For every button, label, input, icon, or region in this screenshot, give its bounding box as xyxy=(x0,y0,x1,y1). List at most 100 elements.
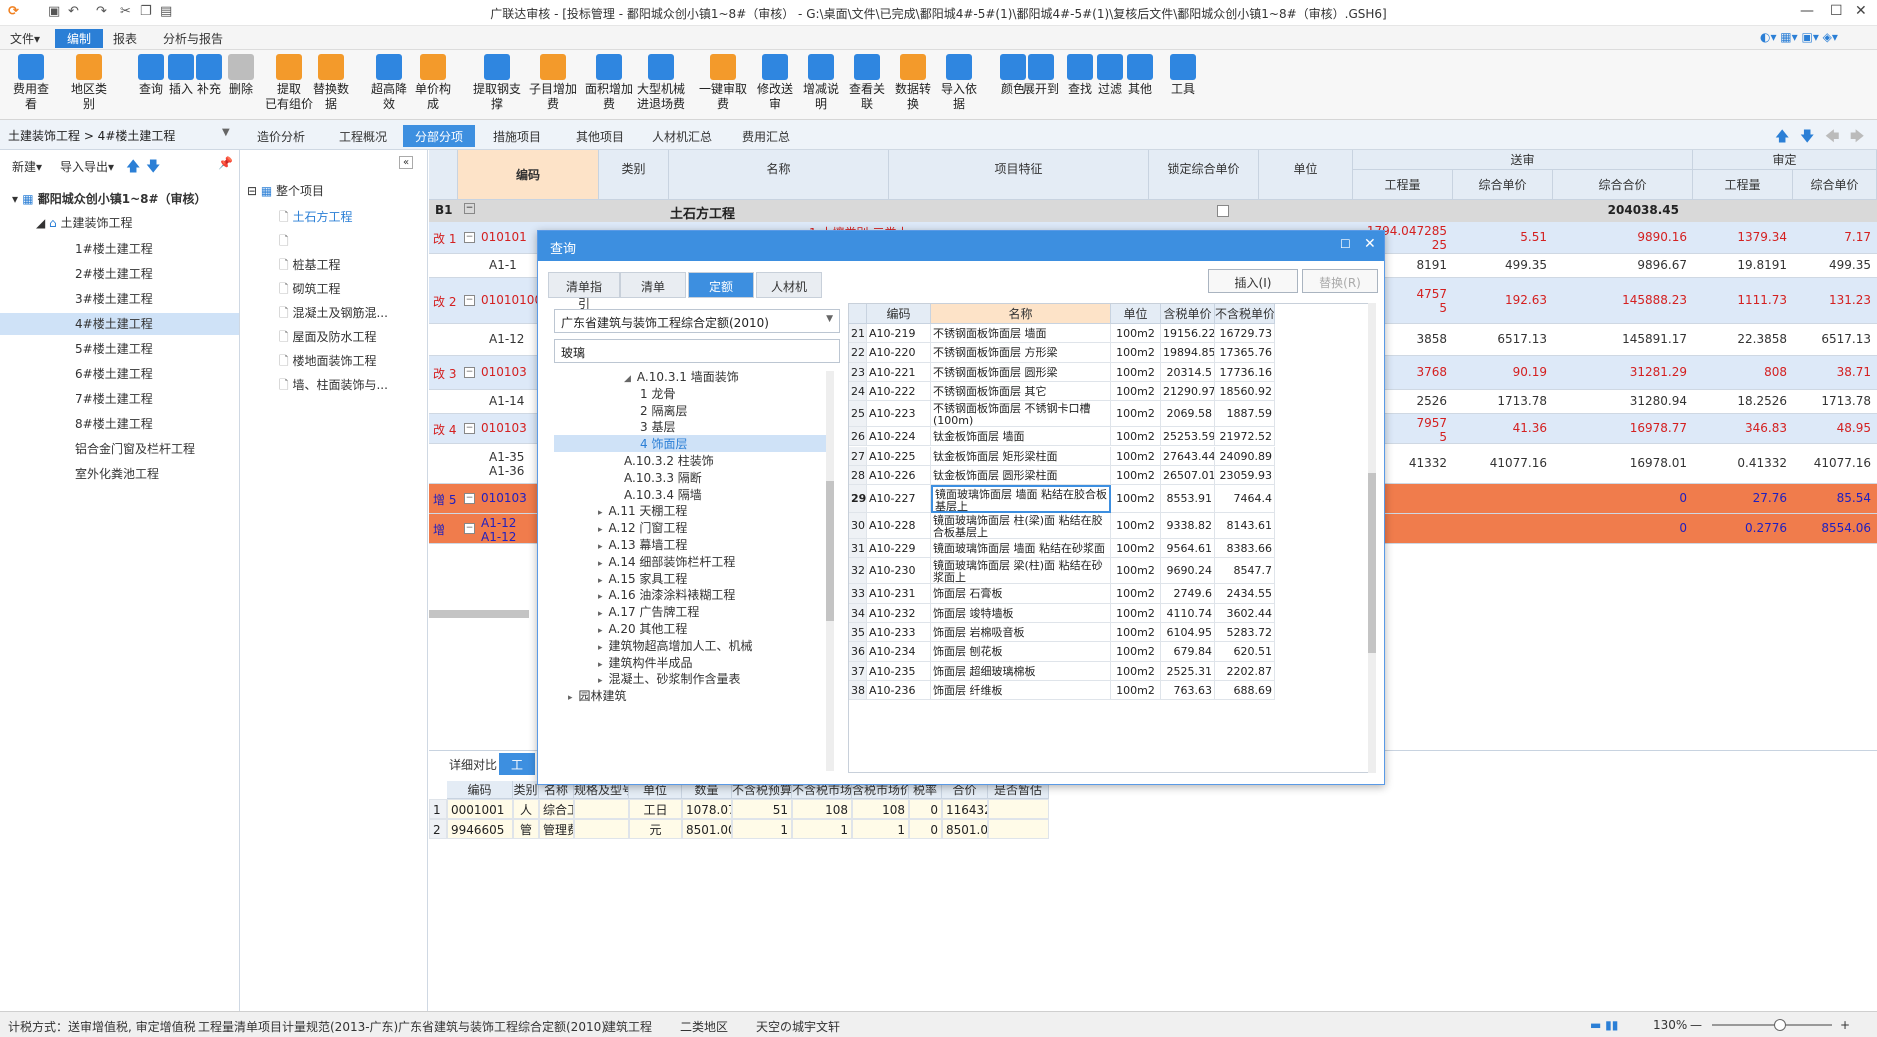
quota-cell[interactable]: 21972.52 xyxy=(1215,427,1275,447)
quota-cell[interactable]: 100m2 xyxy=(1111,446,1161,466)
section-item-6[interactable]: 🗋 楼地面装饰工程 xyxy=(279,352,376,373)
quota-cell[interactable]: 100m2 xyxy=(1111,513,1161,540)
ribbon-button-8[interactable]: 超高降效 xyxy=(366,54,412,112)
quota-cell[interactable]: A10-224 xyxy=(867,427,931,447)
section-item-4[interactable]: 🗋 混凝土及钢筋混... xyxy=(279,304,388,325)
quota-cell[interactable]: 6104.95 xyxy=(1161,623,1215,643)
quota-cell[interactable]: 100m2 xyxy=(1111,539,1161,559)
bottom-cell[interactable]: 人 xyxy=(513,799,539,819)
quota-tree-node-1[interactable]: 1 龙骨 xyxy=(554,385,826,402)
quota-cell[interactable]: A10-233 xyxy=(867,623,931,643)
move-right-icon[interactable]: 🡆 xyxy=(1850,126,1864,150)
quota-tree-node-13[interactable]: ▸ A.16 油漆涂料裱糊工程 xyxy=(554,586,826,603)
quota-cell[interactable]: 17736.16 xyxy=(1215,362,1275,382)
bottom-cell[interactable]: 1 xyxy=(732,819,792,839)
quota-cell[interactable]: 27643.44 xyxy=(1161,446,1215,466)
ribbon-button-25[interactable]: 工具 xyxy=(1160,54,1206,97)
pin-icon[interactable]: 📌 xyxy=(218,156,233,170)
quota-header-4[interactable]: 含税单价 xyxy=(1161,304,1215,324)
quota-header-5[interactable]: 不含税单价 xyxy=(1215,304,1275,324)
quota-cell[interactable]: 100m2 xyxy=(1111,680,1161,701)
tree-item-6[interactable]: 7#楼土建工程 xyxy=(0,388,239,410)
move-up-icon[interactable]: 🡅 xyxy=(1775,126,1789,150)
row-collapse-icon[interactable]: − xyxy=(464,367,475,378)
row-collapse-icon[interactable]: − xyxy=(464,523,475,534)
bottom-cell[interactable]: 51 xyxy=(732,799,792,819)
quota-cell[interactable]: 饰面层 刨花板 xyxy=(931,642,1111,662)
expand-arrow-icon[interactable]: ▸ xyxy=(598,643,603,653)
row-code[interactable]: A1-12 xyxy=(489,332,524,346)
bottom-cell[interactable] xyxy=(574,799,629,819)
ribbon-button-18[interactable]: 数据转换 xyxy=(890,54,936,112)
view-icon[interactable]: ▬ ▮▮ xyxy=(1590,1018,1618,1032)
quota-tree-node-16[interactable]: ▸ 建筑物超高增加人工、机械 xyxy=(554,637,826,654)
quota-cell[interactable]: 763.63 xyxy=(1161,680,1215,701)
tree-group[interactable]: ◢ ⌂ 土建装饰工程 xyxy=(36,214,133,231)
tab-0[interactable]: 造价分析 xyxy=(245,125,317,147)
quota-cell[interactable]: 100m2 xyxy=(1111,362,1161,382)
row-code[interactable]: A1-14 xyxy=(489,394,524,408)
quota-cell[interactable]: 100m2 xyxy=(1111,381,1161,402)
tree-item-4[interactable]: 5#楼土建工程 xyxy=(0,338,239,360)
bottom-cell[interactable]: 管 xyxy=(513,819,539,839)
menu-edit[interactable]: 编制 xyxy=(55,29,104,48)
chevron-down-icon[interactable]: ▼ xyxy=(222,127,230,138)
quota-cell[interactable]: 不锈钢面板饰面层 不锈钢卡口槽(100m) xyxy=(931,401,1111,428)
header-qty[interactable]: 工程量 xyxy=(1353,170,1453,200)
header-type[interactable]: 类别 xyxy=(599,150,669,200)
quota-cell[interactable]: 100m2 xyxy=(1111,401,1161,428)
bottom-cell[interactable]: 1 xyxy=(792,819,852,839)
quota-cell[interactable]: 100m2 xyxy=(1111,558,1161,585)
ribbon-button-7[interactable]: 替换数据 xyxy=(308,54,354,112)
quota-cell[interactable]: 26507.01 xyxy=(1161,465,1215,486)
dialog-tab-3[interactable]: 人材机 xyxy=(756,272,822,298)
quota-cell[interactable]: A10-220 xyxy=(867,343,931,363)
grid-h-scrollbar[interactable] xyxy=(429,610,529,618)
quota-cell[interactable]: 饰面层 竣特墙板 xyxy=(931,603,1111,623)
quota-cell[interactable]: 100m2 xyxy=(1111,623,1161,643)
bottom-cell[interactable]: 1 xyxy=(852,819,909,839)
row-code[interactable]: A1-12 A1-12 xyxy=(481,516,516,544)
expand-arrow-icon[interactable]: ▸ xyxy=(598,592,603,602)
quota-tree-node-19[interactable]: ▸ 园林建筑 xyxy=(554,687,826,704)
section-item-3[interactable]: 🗋 砌筑工程 xyxy=(279,280,340,301)
bottom-cell[interactable]: 元 xyxy=(629,819,682,839)
tree-item-8[interactable]: 铝合金门窗及栏杆工程 xyxy=(0,438,239,460)
tab-6[interactable]: 费用汇总 xyxy=(730,125,802,147)
tree-item-7[interactable]: 8#楼土建工程 xyxy=(0,413,239,435)
close-icon[interactable]: ✕ xyxy=(1855,3,1867,19)
import-export-button[interactable]: 导入导出▾ xyxy=(60,158,114,175)
quota-cell[interactable]: 100m2 xyxy=(1111,584,1161,604)
quota-cell[interactable]: 8143.61 xyxy=(1215,513,1275,540)
ribbon-button-5[interactable]: 删除 xyxy=(218,54,264,97)
quota-tree-node-4[interactable]: 4 饰面层 xyxy=(554,435,826,453)
quota-cell[interactable]: 2749.6 xyxy=(1161,584,1215,604)
quota-cell[interactable]: 8553.91 xyxy=(1161,485,1215,514)
quota-cell[interactable]: 1887.59 xyxy=(1215,401,1275,428)
quota-cell[interactable]: 2525.31 xyxy=(1161,661,1215,681)
row-code[interactable]: 010103 xyxy=(481,421,527,435)
expand-arrow-icon[interactable]: ▸ xyxy=(598,676,603,686)
section-item-2[interactable]: 🗋 桩基工程 xyxy=(279,256,340,277)
menu-file[interactable]: 文件▾ xyxy=(10,30,40,47)
section-item-7[interactable]: 🗋 墙、柱面装饰与... xyxy=(279,376,388,397)
section-item-1[interactable]: 🗋 xyxy=(279,232,289,253)
bottom-header-1[interactable]: 类别 xyxy=(513,781,539,799)
tree-item-2[interactable]: 3#楼土建工程 xyxy=(0,288,239,310)
row-collapse-icon[interactable]: − xyxy=(464,232,475,243)
quota-cell[interactable]: 100m2 xyxy=(1111,642,1161,662)
tree-item-5[interactable]: 6#楼土建工程 xyxy=(0,363,239,385)
bottom-cell[interactable]: 8501.0076 xyxy=(682,819,732,839)
ribbon-button-15[interactable]: 修改送审 xyxy=(752,54,798,112)
quota-cell[interactable]: 饰面层 石膏板 xyxy=(931,584,1111,604)
bottom-cell[interactable]: 0001001 xyxy=(447,799,513,819)
ribbon-button-12[interactable]: 面积增加费 xyxy=(580,54,638,112)
insert-button[interactable]: 插入(I) xyxy=(1208,269,1298,293)
bottom-cell[interactable] xyxy=(988,799,1049,819)
bottom-tab-1[interactable]: 工 xyxy=(499,753,536,775)
zoom-out-icon[interactable]: — xyxy=(1690,1018,1702,1032)
quota-cell[interactable]: 21290.97 xyxy=(1161,381,1215,402)
quota-cell[interactable]: 9338.82 xyxy=(1161,513,1215,540)
expand-arrow-icon[interactable]: ▸ xyxy=(598,508,603,518)
quota-cell[interactable]: 7464.4 xyxy=(1215,485,1275,514)
